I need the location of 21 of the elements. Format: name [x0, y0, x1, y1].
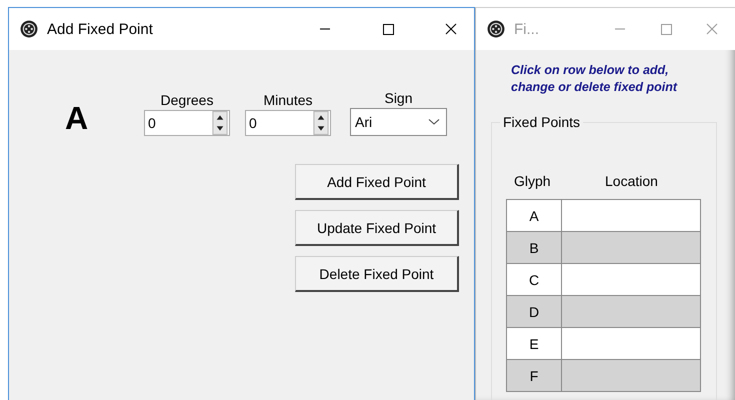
column-header: Location [604, 173, 658, 189]
glyph-letter: A [64, 100, 90, 136]
group-title: Fixed Points [500, 114, 584, 130]
field-label: Minutes [263, 92, 313, 108]
column-header: Glyph [513, 173, 552, 189]
action-button[interactable]: Update Fixed Point [295, 210, 459, 246]
field-label: Sign [384, 90, 413, 106]
wheel-icon [20, 20, 38, 38]
wheel-icon [487, 20, 505, 38]
field-label: Degrees [160, 92, 214, 108]
spin-arrows-icon[interactable] [211, 111, 229, 135]
action-button[interactable]: Add Fixed Point [295, 164, 459, 200]
chevron-down-icon [428, 118, 440, 126]
sign-dropdown[interactable]: Ari [350, 108, 447, 136]
spin-field[interactable]: 0 [245, 110, 331, 136]
spin-field[interactable]: 0 [144, 110, 230, 136]
window-title: Fi... [514, 20, 539, 38]
instruction-text: Click on row below to add, change or delete fixed point [511, 62, 678, 96]
spin-arrows-icon[interactable] [312, 111, 330, 135]
action-button[interactable]: Delete Fixed Point [295, 256, 459, 292]
window-title: Add Fixed Point [47, 20, 153, 38]
